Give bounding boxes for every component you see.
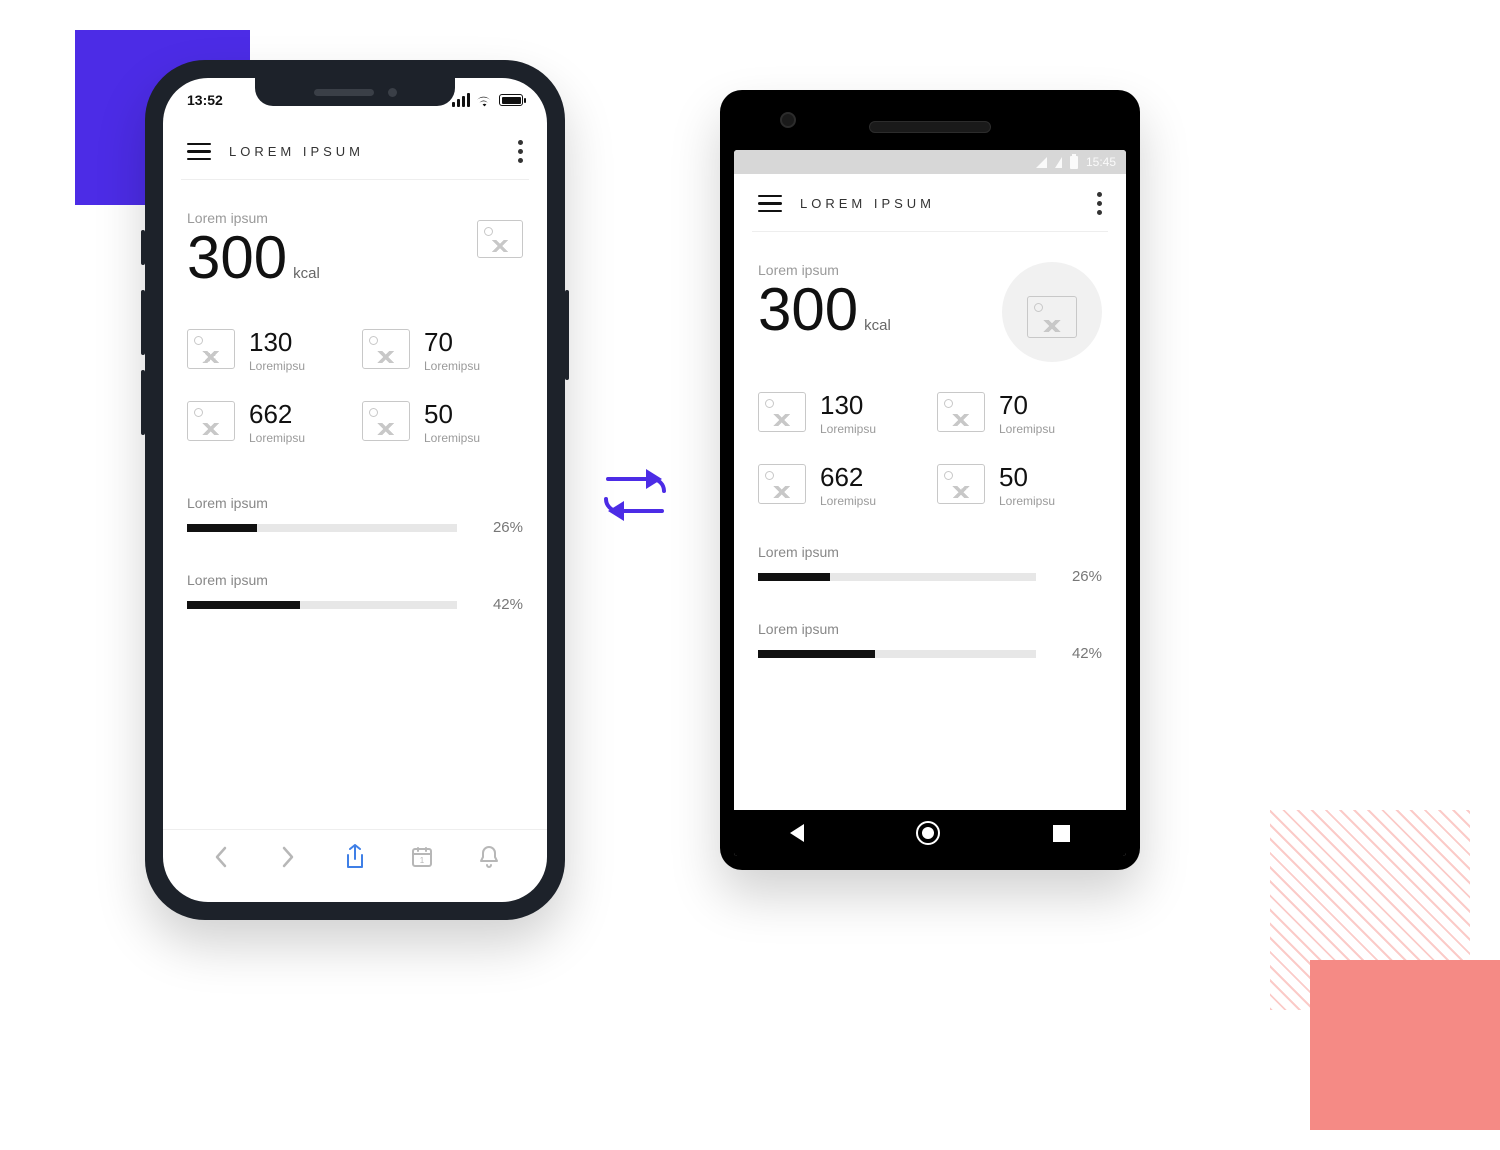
- progress-label: Lorem ipsum: [187, 572, 523, 588]
- hero-image-placeholder: [1027, 296, 1077, 338]
- progress-bar: Lorem ipsum 42%: [758, 621, 1102, 662]
- image-placeholder-icon: [937, 392, 985, 432]
- stat-sub: Loremipsu: [424, 431, 480, 445]
- stat-item: 130 Loremipsu: [187, 329, 348, 373]
- android-nav-bar: [734, 810, 1126, 856]
- progress-track: [758, 650, 1036, 658]
- image-placeholder-icon: [187, 329, 235, 369]
- stat-item: 50 Loremipsu: [937, 464, 1102, 508]
- android-hardware-top: [734, 104, 1126, 150]
- signal-icon: [452, 93, 470, 107]
- signal-icon: [1036, 157, 1047, 168]
- hero-card: Lorem ipsum 300kcal: [181, 210, 529, 289]
- progress-percent: 42%: [475, 596, 523, 613]
- progress-track: [758, 573, 1036, 581]
- stat-value: 70: [999, 392, 1055, 418]
- app-title: LOREM IPSUM: [229, 144, 364, 159]
- stat-sub: Loremipsu: [999, 422, 1055, 436]
- stat-sub: Loremipsu: [820, 422, 876, 436]
- wifi-icon: [476, 94, 493, 107]
- stat-item: 50 Loremipsu: [362, 401, 523, 445]
- iphone-notch: [255, 78, 455, 106]
- progress-bar: Lorem ipsum 26%: [187, 495, 523, 536]
- stat-value: 70: [424, 329, 480, 355]
- stat-sub: Loremipsu: [424, 359, 480, 373]
- android-mockup: 15:45 LOREM IPSUM Lorem ipsum 300 kcal: [720, 90, 1140, 870]
- progress-label: Lorem ipsum: [187, 495, 523, 511]
- share-icon[interactable]: [342, 844, 368, 870]
- progress-bar: Lorem ipsum 42%: [187, 572, 523, 613]
- progress-track: [187, 524, 457, 532]
- hero-card: Lorem ipsum 300kcal: [752, 262, 1108, 362]
- progress-percent: 42%: [1054, 645, 1102, 662]
- iphone-mockup: 13:52 LOREM IPSUM Lorem ipsum 3: [145, 60, 565, 920]
- more-icon[interactable]: [1097, 192, 1102, 215]
- stat-value: 130: [249, 329, 305, 355]
- ios-tabbar: 1: [163, 829, 547, 884]
- stat-item: 130 Loremipsu: [758, 392, 923, 436]
- decoration-pink-square: [1310, 960, 1500, 1130]
- bell-icon[interactable]: [476, 844, 502, 870]
- battery-icon: [499, 94, 523, 106]
- image-placeholder-icon: [362, 401, 410, 441]
- forward-icon[interactable]: [275, 844, 301, 870]
- signal-icon: [1055, 157, 1062, 168]
- android-clock: 15:45: [1086, 155, 1116, 169]
- hero-unit: kcal: [864, 317, 891, 334]
- image-placeholder-icon: [758, 464, 806, 504]
- stat-sub: Loremipsu: [820, 494, 876, 508]
- stat-value: 130: [820, 392, 876, 418]
- image-placeholder-icon: [187, 401, 235, 441]
- menu-icon[interactable]: [187, 143, 211, 161]
- app-header: LOREM IPSUM: [752, 174, 1108, 232]
- stat-sub: Loremipsu: [999, 494, 1055, 508]
- image-placeholder-icon: [362, 329, 410, 369]
- progress-label: Lorem ipsum: [758, 544, 1102, 560]
- stat-value: 662: [249, 401, 305, 427]
- app-title: LOREM IPSUM: [800, 196, 935, 211]
- calendar-icon[interactable]: 1: [409, 844, 435, 870]
- stat-item: 70 Loremipsu: [937, 392, 1102, 436]
- stat-value: 662: [820, 464, 876, 490]
- stat-value: 50: [999, 464, 1055, 490]
- hero-value: 300: [758, 276, 858, 343]
- stat-sub: Loremipsu: [249, 431, 305, 445]
- more-icon[interactable]: [518, 140, 523, 163]
- android-recent-button[interactable]: [1053, 825, 1070, 842]
- stat-item: 70 Loremipsu: [362, 329, 523, 373]
- menu-icon[interactable]: [758, 195, 782, 213]
- hero-avatar-circle: [1002, 262, 1102, 362]
- progress-track: [187, 601, 457, 609]
- android-status-bar: 15:45: [734, 150, 1126, 174]
- progress-percent: 26%: [1054, 568, 1102, 585]
- hero-value: 300: [187, 224, 287, 291]
- image-placeholder-icon: [758, 392, 806, 432]
- hero-image-placeholder: [477, 220, 523, 258]
- stat-item: 662 Loremipsu: [758, 464, 923, 508]
- progress-bar: Lorem ipsum 26%: [758, 544, 1102, 585]
- svg-text:1: 1: [420, 856, 425, 865]
- battery-icon: [1070, 156, 1078, 169]
- hero-unit: kcal: [293, 265, 320, 282]
- stat-value: 50: [424, 401, 480, 427]
- android-back-button[interactable]: [790, 824, 804, 842]
- ios-clock: 13:52: [187, 92, 223, 108]
- stat-sub: Loremipsu: [249, 359, 305, 373]
- android-home-button[interactable]: [916, 821, 940, 845]
- image-placeholder-icon: [937, 464, 985, 504]
- back-icon[interactable]: [208, 844, 234, 870]
- swap-icon: [590, 455, 680, 540]
- progress-label: Lorem ipsum: [758, 621, 1102, 637]
- progress-percent: 26%: [475, 519, 523, 536]
- stat-item: 662 Loremipsu: [187, 401, 348, 445]
- app-header: LOREM IPSUM: [181, 122, 529, 180]
